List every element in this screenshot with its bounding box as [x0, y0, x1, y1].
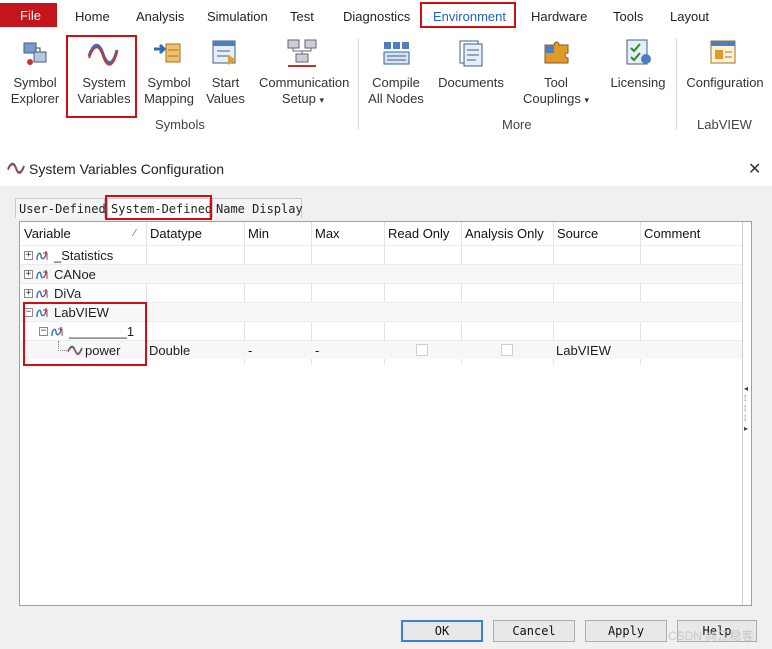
configuration-label: Configuration: [686, 75, 764, 90]
group-label-symbols: Symbols: [155, 117, 205, 132]
expand-icon[interactable]: +: [24, 289, 33, 298]
network-icon[interactable]: [286, 38, 318, 71]
symbol-mapping-button[interactable]: Symbol Mapping: [143, 75, 195, 107]
column-header-analysis-only[interactable]: Analysis Only: [461, 222, 553, 244]
menu-hardware[interactable]: Hardware: [531, 9, 587, 24]
menu-diagnostics[interactable]: Diagnostics: [343, 9, 410, 24]
symbol-explorer-line1: Symbol: [13, 75, 57, 90]
system-defined-highlight: [105, 195, 212, 220]
sort-indicator-icon: ⁄: [134, 228, 136, 239]
license-icon[interactable]: [623, 37, 653, 70]
group-label-labview: LabVIEW: [697, 117, 752, 132]
group-separator: [358, 38, 359, 130]
column-header-min[interactable]: Min: [244, 222, 311, 244]
variable-name: DiVa: [54, 286, 82, 301]
compile-line1: Compile: [372, 75, 420, 90]
menu-test[interactable]: Test: [290, 9, 314, 24]
variable-namespace-icon: [35, 249, 49, 265]
documents-button[interactable]: Documents: [436, 75, 506, 91]
symbol-mapping-line2: Mapping: [144, 91, 194, 106]
source-value: LabVIEW: [556, 343, 611, 358]
expand-icon[interactable]: +: [24, 251, 33, 260]
variable-namespace-icon: [35, 287, 49, 303]
documents-icon[interactable]: [456, 38, 486, 71]
sine-wave-icon: [7, 161, 25, 178]
mapping-icon[interactable]: [152, 41, 182, 70]
communication-setup-button[interactable]: Communication Setup ▾: [259, 75, 350, 108]
communication-setup-line1: Communication: [259, 75, 350, 90]
symbol-explorer-button[interactable]: Symbol Explorer: [10, 75, 60, 107]
tool-couplings-button[interactable]: Tool Couplings ▾: [522, 75, 590, 108]
table-row[interactable]: + DiVa: [20, 283, 742, 302]
menu-analysis[interactable]: Analysis: [136, 9, 184, 24]
column-header-comment[interactable]: Comment: [640, 222, 740, 244]
variables-grid: Variable ⁄ Datatype Min Max Read Only An…: [19, 221, 752, 606]
max-value: -: [315, 343, 320, 358]
apply-button[interactable]: Apply: [585, 620, 667, 642]
start-values-line1: Start: [211, 75, 240, 90]
file-menu[interactable]: File: [0, 3, 57, 27]
column-header-variable[interactable]: Variable: [20, 222, 146, 244]
start-values-icon[interactable]: [210, 39, 240, 70]
licensing-button[interactable]: Licensing: [610, 75, 666, 91]
menu-simulation[interactable]: Simulation: [207, 9, 268, 24]
compile-all-nodes-button[interactable]: Compile All Nodes: [368, 75, 424, 107]
tab-name-display[interactable]: Name Display: [212, 198, 303, 218]
menu-bar: File Home Analysis Simulation Test Diagn…: [0, 0, 772, 32]
documents-label: Documents: [438, 75, 504, 90]
system-variables-button[interactable]: System Variables: [76, 75, 132, 107]
analysis-only-checkbox[interactable]: [501, 344, 513, 356]
labview-highlight: [23, 302, 147, 366]
dialog-title-bar: System Variables Configuration ✕: [0, 150, 772, 186]
menu-home[interactable]: Home: [75, 9, 110, 24]
symbol-mapping-line1: Symbol: [147, 75, 191, 90]
start-values-button[interactable]: Start Values: [203, 75, 248, 107]
environment-highlight: [420, 2, 516, 28]
min-value: -: [248, 343, 253, 358]
column-header-source[interactable]: Source: [553, 222, 640, 244]
menu-tools[interactable]: Tools: [613, 9, 643, 24]
variable-name: _Statistics: [54, 248, 114, 263]
tool-couplings-line2: Couplings: [523, 91, 581, 106]
system-variables-line2: Variables: [77, 91, 131, 106]
expand-icon[interactable]: +: [24, 270, 33, 279]
tab-user-defined[interactable]: User-Defined: [15, 198, 106, 218]
variable-namespace-icon: [35, 268, 49, 284]
licensing-label: Licensing: [610, 75, 666, 90]
column-header-datatype[interactable]: Datatype: [146, 222, 244, 244]
menu-layout[interactable]: Layout: [670, 9, 709, 24]
dialog-title: System Variables Configuration: [29, 161, 225, 177]
system-variables-line1: System: [82, 75, 126, 90]
communication-setup-line2: Setup: [281, 91, 316, 106]
column-header-max[interactable]: Max: [311, 222, 384, 244]
chevron-down-icon: ▾: [584, 95, 589, 105]
column-header-variable-label: Variable: [24, 226, 71, 241]
ok-button[interactable]: OK: [401, 620, 483, 642]
group-label-more: More: [502, 117, 532, 132]
symbol-explorer-icon[interactable]: [21, 40, 49, 71]
close-icon[interactable]: ✕: [748, 159, 761, 179]
read-only-checkbox[interactable]: [416, 344, 428, 356]
compile-line2: All Nodes: [368, 91, 424, 106]
chevron-down-icon: ▾: [319, 95, 325, 105]
watermark-text: CSDN @江稳客: [668, 629, 754, 643]
puzzle-icon[interactable]: [542, 39, 572, 70]
configuration-button[interactable]: Configuration: [684, 75, 766, 91]
symbol-explorer-line2: Explorer: [10, 91, 60, 106]
group-separator: [676, 38, 677, 130]
table-row[interactable]: + CANoe: [20, 264, 742, 283]
variable-name: CANoe: [54, 267, 96, 282]
splitter-handle-icon[interactable]: ◂ ⁞ ⁞ ⁞ ▸: [744, 384, 748, 434]
file-menu-label: File: [20, 8, 41, 23]
compile-icon[interactable]: [381, 38, 411, 71]
start-values-line2: Values: [206, 91, 245, 106]
sine-wave-icon[interactable]: [87, 40, 119, 71]
tool-couplings-line1: Tool: [544, 75, 568, 90]
configuration-icon[interactable]: [708, 38, 738, 71]
table-row[interactable]: + _Statistics: [20, 245, 742, 264]
cancel-button[interactable]: Cancel: [493, 620, 575, 642]
column-header-read-only[interactable]: Read Only: [384, 222, 461, 244]
datatype-value: Double: [149, 343, 191, 358]
